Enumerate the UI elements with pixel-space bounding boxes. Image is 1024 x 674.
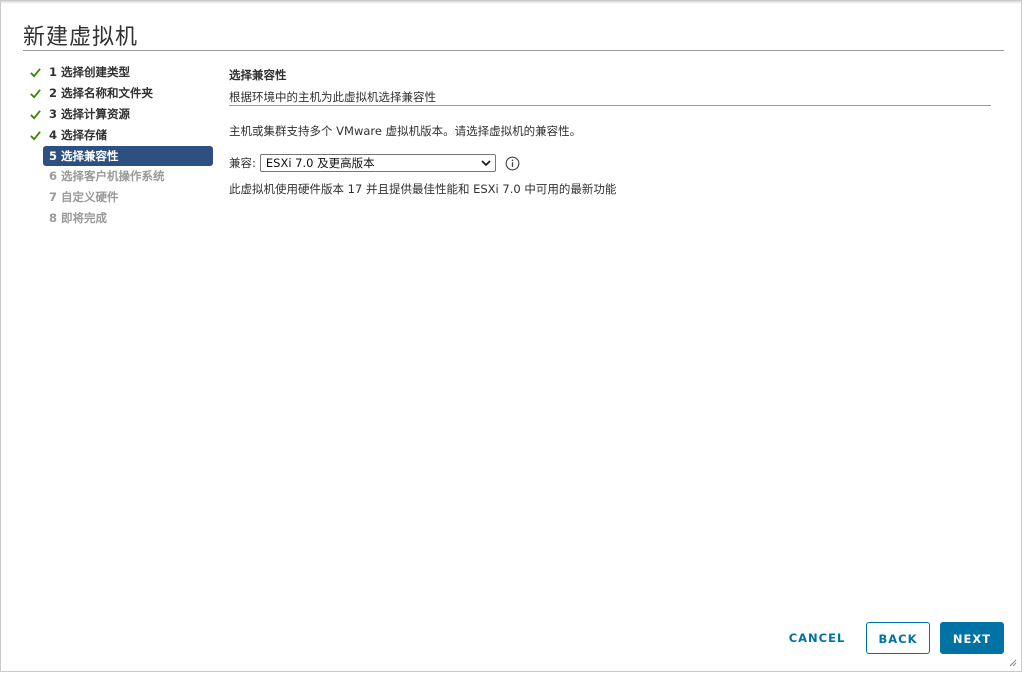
- step-4-select-storage[interactable]: 4 选择存储: [29, 125, 213, 146]
- resize-grip-icon[interactable]: [1009, 659, 1017, 667]
- title-divider: [23, 50, 1004, 51]
- compat-hint: 此虚拟机使用硬件版本 17 并且提供最佳性能和 ESXi 7.0 中可用的最新功…: [229, 182, 617, 196]
- check-icon: [30, 110, 41, 120]
- cancel-button[interactable]: CANCEL: [783, 622, 851, 654]
- check-icon: [30, 89, 41, 99]
- chevron-down-icon: [481, 160, 491, 167]
- step-8-ready-to-complete: 8 即将完成: [29, 208, 213, 229]
- dialog-title: 新建虚拟机: [23, 25, 139, 50]
- section-title: 选择兼容性: [229, 68, 287, 82]
- compat-selected-value: ESXi 7.0 及更高版本: [265, 156, 375, 170]
- step-label: 8 即将完成: [49, 211, 108, 225]
- check-icon: [30, 131, 41, 141]
- check-icon: [30, 68, 41, 78]
- step-label: 5 选择兼容性: [49, 149, 119, 163]
- step-3-select-compute-resource[interactable]: 3 选择计算资源: [29, 104, 213, 125]
- step-1-select-creation-type[interactable]: 1 选择创建类型: [29, 62, 213, 83]
- step-5-select-compatibility[interactable]: 5 选择兼容性: [43, 146, 213, 166]
- step-label: 2 选择名称和文件夹: [49, 86, 154, 100]
- section-subtitle: 根据环境中的主机为此虚拟机选择兼容性: [229, 90, 436, 104]
- step-6-select-guest-os: 6 选择客户机操作系统: [29, 166, 213, 187]
- compat-label: 兼容:: [229, 156, 256, 170]
- step-label: 4 选择存储: [49, 128, 108, 142]
- wizard-steps: 1 选择创建类型 2 选择名称和文件夹 3 选择计算资源 4 选择存储 5 选择…: [29, 62, 213, 229]
- next-button[interactable]: NEXT: [940, 622, 1004, 654]
- content-divider: [229, 105, 991, 106]
- compat-description: 主机或集群支持多个 VMware 虚拟机版本。请选择虚拟机的兼容性。: [229, 124, 582, 138]
- step-2-select-name-folder[interactable]: 2 选择名称和文件夹: [29, 83, 213, 104]
- back-button[interactable]: BACK: [866, 622, 930, 654]
- step-7-customize-hardware: 7 自定义硬件: [29, 187, 213, 208]
- step-label: 1 选择创建类型: [49, 65, 131, 79]
- step-label: 6 选择客户机操作系统: [49, 169, 165, 183]
- step-content: 选择兼容性 根据环境中的主机为此虚拟机选择兼容性 主机或集群支持多个 VMwar…: [229, 67, 991, 196]
- new-vm-dialog: 新建虚拟机 1 选择创建类型 2 选择名称和文件夹 3 选择计算资源 4 选择存…: [0, 0, 1022, 672]
- info-icon[interactable]: [505, 156, 520, 171]
- step-label: 3 选择计算资源: [49, 107, 131, 121]
- compat-row: 兼容: ESXi 7.0 及更高版本: [229, 153, 520, 173]
- step-label: 7 自定义硬件: [49, 190, 119, 204]
- compat-select[interactable]: ESXi 7.0 及更高版本: [259, 154, 496, 172]
- top-shadow: [1, 1, 1021, 4]
